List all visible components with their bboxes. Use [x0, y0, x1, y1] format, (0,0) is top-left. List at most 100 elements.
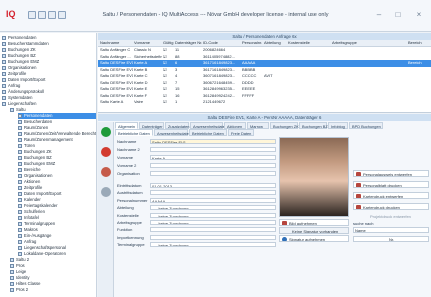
tree-item-label: Pros 2: [16, 287, 29, 292]
tree-item-label: Besucherdaten: [24, 119, 53, 124]
field-label: Abteilung: [117, 205, 134, 210]
tree-item-label: Zeitprofile: [8, 71, 27, 76]
folder-icon: [10, 281, 14, 286]
folder-icon: [18, 197, 22, 202]
folder-icon: [2, 41, 6, 46]
folder-icon: [2, 59, 6, 64]
tree-item-label: Liegenschaften: [8, 101, 37, 106]
field-input[interactable]: [150, 189, 276, 195]
table-row[interactable]: Saltu Karte A Vaire ☑ 1 2121449672: [98, 99, 431, 106]
confirm-icon[interactable]: [101, 127, 111, 137]
minimize-button[interactable]: –: [372, 9, 386, 21]
tab[interactable]: Datenträger: [139, 122, 164, 129]
tab[interactable]: Freie Daten: [228, 129, 254, 136]
capture-signature-button[interactable]: Signatur aufnehmen: [279, 235, 349, 242]
add-record-icon[interactable]: [101, 147, 111, 157]
search-field-select[interactable]: Name: [353, 227, 429, 233]
field-input[interactable]: ---- keine Zuordnung ----: [150, 212, 276, 218]
table-cell: 2121449672: [203, 99, 226, 104]
tab[interactable]: Infoblog: [328, 122, 348, 129]
folder-icon: [18, 161, 22, 166]
tree-item-label: Schulferien: [24, 209, 45, 214]
tab[interactable]: Betriebliche Daten: [189, 129, 227, 136]
folder-icon: [10, 275, 14, 280]
column-header[interactable]: Personalnr.: [241, 40, 263, 47]
tree-item-label: Infotafel: [24, 215, 39, 220]
field-label: Vorname: [117, 155, 134, 160]
folder-icon: [10, 257, 14, 262]
field-label: Vorname 2: [117, 163, 137, 168]
column-header[interactable]: Bereich: [407, 40, 431, 47]
field-label: Arbeitsgruppe: [117, 220, 142, 225]
column-header[interactable]: Datenträger Nr.: [174, 40, 202, 47]
field-input[interactable]: 01.01.2013: [150, 182, 276, 188]
tree-item-label: Terminalgruppen: [24, 221, 56, 226]
field-input[interactable]: Saltu DESFire EV1: [150, 138, 276, 144]
column-header[interactable]: Gültig: [162, 40, 174, 47]
delete-record-icon[interactable]: [101, 167, 111, 177]
column-header[interactable]: ID-Code: [202, 40, 241, 47]
title-bar: IQ Saltu / Personendaten - IQ MultiAcces…: [0, 0, 431, 32]
tree-item-label: Personendaten: [8, 35, 37, 40]
take-photo-button[interactable]: Bild aufnehmen: [279, 219, 349, 226]
tab[interactable]: Marrow: [247, 122, 269, 129]
tree-item-label: Saltu: [16, 107, 26, 112]
tab[interactable]: Betriebliche Daten: [115, 129, 153, 136]
folder-icon: [18, 221, 22, 226]
field-input[interactable]: [150, 234, 276, 240]
tree-item-label: Buchungen ZK: [24, 149, 52, 154]
card-icon: [356, 194, 361, 198]
column-header[interactable]: Nachname: [99, 40, 133, 47]
folder-icon: [18, 239, 22, 244]
tree-item-label: Hiltes Classe: [16, 281, 41, 286]
field-input[interactable]: [150, 226, 276, 232]
field-input[interactable]: Karte A: [150, 154, 276, 160]
field-input[interactable]: [150, 162, 276, 168]
column-header[interactable]: Arbeitsgruppe: [331, 40, 407, 47]
field-input[interactable]: AAAAA: [150, 197, 276, 203]
tab[interactable]: Buchungen ZK: [270, 122, 299, 129]
tab[interactable]: Anwesenheitsdaten: [154, 129, 191, 136]
folder-icon: [10, 287, 14, 292]
field-input[interactable]: ---- keine Zuordnung ----: [150, 219, 276, 225]
field-label: Importkennung: [117, 235, 144, 240]
folder-icon: [2, 95, 6, 100]
maximize-button[interactable]: □: [391, 9, 405, 21]
column-header[interactable]: Vorname: [133, 40, 162, 47]
close-button[interactable]: ×: [412, 9, 426, 21]
tab[interactable]: BPD Buchungen: [349, 122, 383, 129]
column-header[interactable]: Kostenstelle: [287, 40, 331, 47]
folder-icon: [18, 227, 22, 232]
tab[interactable]: Buchungen BZ: [299, 122, 328, 129]
person-detail-form: Saltu DESFire EV1, Karte A - PersNr AAAA…: [98, 114, 431, 297]
id-card-design-button[interactable]: Personalausweis entwerfen: [353, 170, 429, 177]
card-print-button[interactable]: Kartendruck drucken: [353, 203, 429, 210]
field-input[interactable]: [150, 170, 276, 176]
tab[interactable]: Allgemein: [115, 122, 138, 129]
folder-icon: [10, 269, 14, 274]
person-photo: [279, 137, 349, 217]
field-input[interactable]: ---- keine Zuordnung ----: [150, 204, 276, 210]
form-header: Saltu DESFire EV1, Karte A - PersNr AAAA…: [98, 114, 431, 121]
column-header[interactable]: Abteilung: [263, 40, 287, 47]
tree-item-label: Identity: [16, 275, 30, 280]
field-label: Nachname: [117, 139, 137, 144]
tree-item-label: Organisationen: [24, 173, 53, 178]
tree-item-label: Personendaten: [24, 113, 53, 118]
personnel-sheet-print-button[interactable]: Personalblatt drucken: [353, 181, 429, 188]
field-input[interactable]: ---- keine Zuordnung ----: [150, 241, 276, 247]
tree-item-label: Lokaldane-Operatoren: [24, 251, 66, 256]
tree-item-label: Raum/Zonen: [24, 125, 49, 130]
tab[interactable]: Zusatzdaten: [165, 122, 189, 129]
card-print-design-button[interactable]: Kartendruck entwerfen: [353, 192, 429, 199]
copy-record-icon[interactable]: [101, 187, 111, 197]
tab[interactable]: Aktionen: [224, 122, 246, 129]
folder-icon: [2, 53, 6, 58]
field-input[interactable]: [150, 146, 276, 152]
folder-icon: [18, 251, 22, 256]
tab[interactable]: Anwesenheitsdaten: [190, 122, 227, 129]
field-label: Terminalgruppe: [117, 242, 145, 247]
tree-item[interactable]: Pros 2: [10, 287, 96, 293]
search-number-input[interactable]: Nr.: [353, 236, 429, 242]
tree-item-label: Buchungen BZ: [8, 53, 36, 58]
